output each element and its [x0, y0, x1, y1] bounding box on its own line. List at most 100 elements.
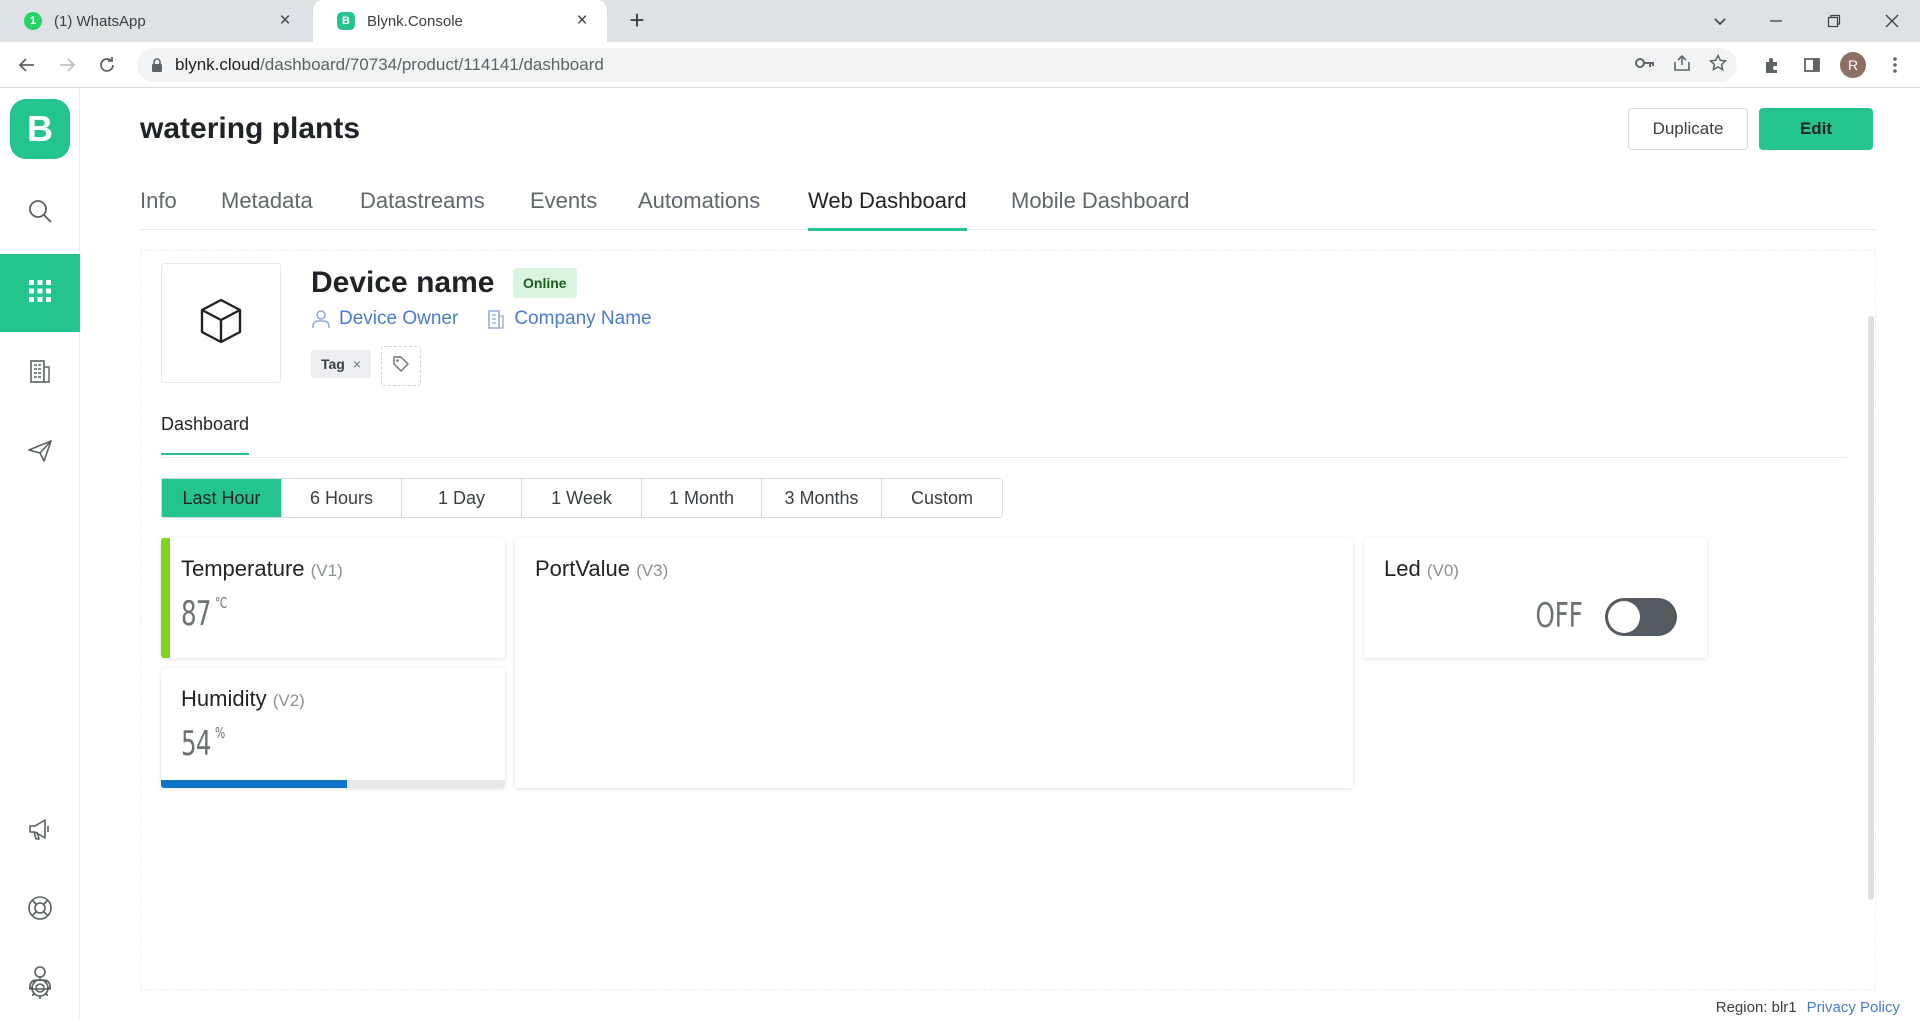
tab-info[interactable]: Info	[140, 188, 177, 228]
range-6-hours[interactable]: 6 Hours	[282, 479, 402, 517]
widget-pin: (V0)	[1426, 561, 1459, 580]
range-1-day[interactable]: 1 Day	[402, 479, 522, 517]
widget-title: Led (V0)	[1384, 556, 1459, 582]
sidebar-item-devices[interactable]	[0, 254, 80, 332]
widget-title-label: PortValue	[535, 556, 630, 581]
browser-toolbar: blynk.cloud/dashboard/70734/product/1141…	[0, 42, 1920, 88]
tag-icon	[392, 355, 410, 378]
sidebar-item-announcements[interactable]	[0, 792, 80, 870]
humidity-level-track	[161, 780, 505, 788]
user-icon	[28, 964, 52, 995]
status-badge: Online	[513, 268, 577, 298]
address-bar[interactable]: blynk.cloud/dashboard/70734/product/1141…	[137, 48, 1737, 82]
led-switch-widget[interactable]: Led (V0) OFF	[1364, 538, 1707, 658]
browser-tab-blynk[interactable]: B Blynk.Console ×	[313, 0, 607, 42]
back-icon[interactable]	[12, 50, 42, 80]
tab-dashboard[interactable]: Dashboard	[161, 414, 250, 455]
device-owner-link[interactable]: Device Owner	[339, 308, 458, 330]
temperature-unit: °C	[215, 594, 227, 612]
company-name-link[interactable]: Company Name	[514, 308, 651, 330]
tag-label: Tag	[321, 356, 345, 372]
share-icon[interactable]	[1673, 54, 1691, 77]
close-window-icon[interactable]	[1864, 0, 1920, 42]
lifebuoy-icon	[27, 895, 53, 926]
building-icon	[28, 358, 52, 389]
grid-icon	[28, 279, 52, 308]
sidebar-item-search[interactable]	[0, 174, 80, 252]
widget-pin: (V1)	[310, 561, 343, 580]
temperature-indicator-bar	[161, 538, 170, 658]
widget-pin: (V3)	[636, 561, 669, 580]
search-icon	[27, 198, 53, 229]
range-last-hour[interactable]: Last Hour	[162, 479, 282, 517]
range-custom[interactable]: Custom	[882, 479, 1002, 517]
close-tab-icon[interactable]: ×	[571, 10, 593, 32]
url-host: blynk.cloud	[175, 55, 261, 74]
widget-title-label: Led	[1384, 556, 1421, 581]
page-title: watering plants	[140, 112, 361, 145]
tab-search-icon[interactable]	[1692, 0, 1748, 42]
led-state-label: OFF	[1535, 596, 1583, 636]
widget-title-label: Temperature	[181, 556, 305, 581]
footer: Region: blr1 Privacy Policy	[1716, 999, 1900, 1016]
paper-plane-icon	[27, 439, 53, 468]
duplicate-button[interactable]: Duplicate	[1628, 108, 1748, 150]
close-tab-icon[interactable]: ×	[274, 10, 296, 32]
whatsapp-favicon-icon: 1	[24, 12, 42, 30]
widget-title: Humidity (V2)	[181, 686, 305, 712]
new-tab-icon[interactable]: +	[622, 6, 652, 36]
browser-menu-icon[interactable]	[1880, 50, 1910, 80]
extensions-icon[interactable]	[1757, 50, 1787, 80]
range-3-months[interactable]: 3 Months	[762, 479, 882, 517]
panel-scrollbar[interactable]	[1868, 316, 1874, 900]
device-tag[interactable]: Tag ×	[311, 350, 372, 378]
sidebar-item-messages[interactable]	[0, 414, 80, 492]
edit-button[interactable]: Edit	[1759, 108, 1873, 150]
led-toggle-switch[interactable]	[1605, 598, 1677, 636]
password-key-icon[interactable]	[1635, 55, 1655, 75]
temperature-value: 87 °C	[181, 594, 227, 634]
tab-automations[interactable]: Automations	[638, 188, 760, 228]
time-range-selector: Last Hour 6 Hours 1 Day 1 Week 1 Month 3…	[161, 478, 1003, 518]
add-tag-button[interactable]	[381, 346, 421, 386]
tab-datastreams[interactable]: Datastreams	[360, 188, 485, 228]
browser-tabstrip: 1 (1) WhatsApp × B Blynk.Console × +	[0, 0, 1920, 42]
device-subtabs: Dashboard	[161, 410, 1847, 458]
sidebar-item-profile[interactable]	[0, 940, 80, 1018]
humidity-value-number: 54	[181, 724, 211, 764]
profile-avatar[interactable]: R	[1840, 52, 1866, 78]
sidebar-item-help[interactable]	[0, 871, 80, 949]
forward-icon[interactable]	[52, 50, 82, 80]
range-1-week[interactable]: 1 Week	[522, 479, 642, 517]
blynk-logo[interactable]: B	[10, 99, 70, 159]
megaphone-icon	[27, 817, 53, 846]
tab-mobile-dashboard[interactable]: Mobile Dashboard	[1011, 188, 1190, 228]
app-sidebar: B	[0, 89, 80, 1020]
widget-pin: (V2)	[272, 691, 305, 710]
bookmark-star-icon[interactable]	[1708, 53, 1728, 77]
range-1-month[interactable]: 1 Month	[642, 479, 762, 517]
tab-web-dashboard[interactable]: Web Dashboard	[808, 188, 967, 231]
browser-tab-title: Blynk.Console	[367, 12, 463, 30]
sidebar-item-organizations[interactable]	[0, 334, 80, 412]
humidity-unit: %	[215, 724, 225, 742]
humidity-widget[interactable]: Humidity (V2) 54%	[161, 668, 505, 788]
tab-metadata[interactable]: Metadata	[221, 188, 313, 228]
building-icon	[486, 309, 506, 329]
minimize-icon[interactable]	[1748, 0, 1804, 42]
remove-tag-icon[interactable]: ×	[353, 356, 361, 372]
browser-tab-title: (1) WhatsApp	[54, 12, 146, 30]
side-panel-icon[interactable]	[1797, 50, 1827, 80]
browser-tab-whatsapp[interactable]: 1 (1) WhatsApp ×	[0, 0, 310, 42]
humidity-level-fill	[161, 780, 347, 788]
restore-icon[interactable]	[1806, 0, 1862, 42]
reload-icon[interactable]	[92, 50, 122, 80]
portvalue-chart-widget[interactable]: PortValue (V3)	[515, 538, 1353, 788]
lock-icon	[151, 58, 163, 72]
tab-events[interactable]: Events	[530, 188, 597, 228]
region-label: Region: blr1	[1715, 999, 1797, 1016]
device-image[interactable]	[161, 263, 281, 383]
temperature-widget[interactable]: Temperature (V1) 87 °C	[161, 538, 505, 658]
privacy-policy-link[interactable]: Privacy Policy	[1807, 999, 1900, 1016]
user-icon	[311, 309, 331, 329]
